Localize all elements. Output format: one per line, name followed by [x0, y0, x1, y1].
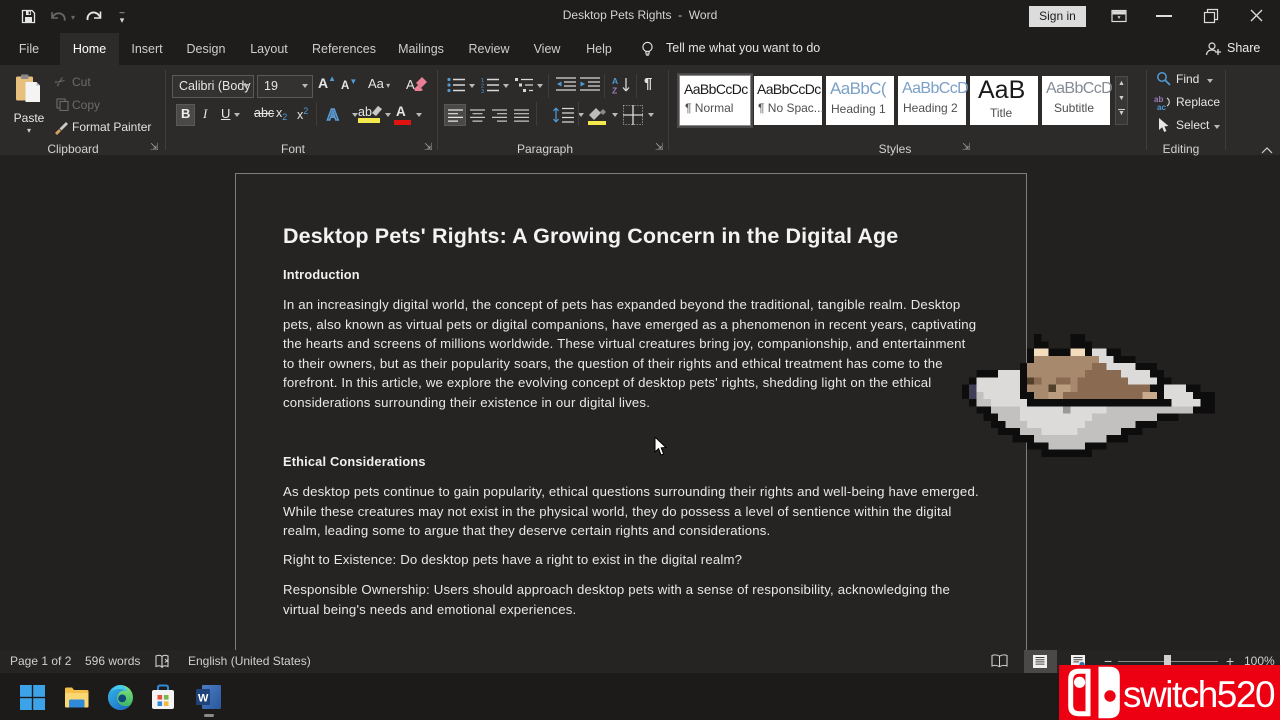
svg-text:3: 3 [481, 89, 484, 93]
svg-text:A: A [612, 76, 618, 86]
svg-text:ab: ab [358, 105, 372, 119]
svg-text:W: W [198, 693, 209, 705]
svg-text:A: A [327, 107, 339, 124]
svg-text:A: A [406, 77, 415, 92]
svg-text:ac: ac [1157, 103, 1166, 110]
svg-text:Z: Z [612, 86, 617, 95]
